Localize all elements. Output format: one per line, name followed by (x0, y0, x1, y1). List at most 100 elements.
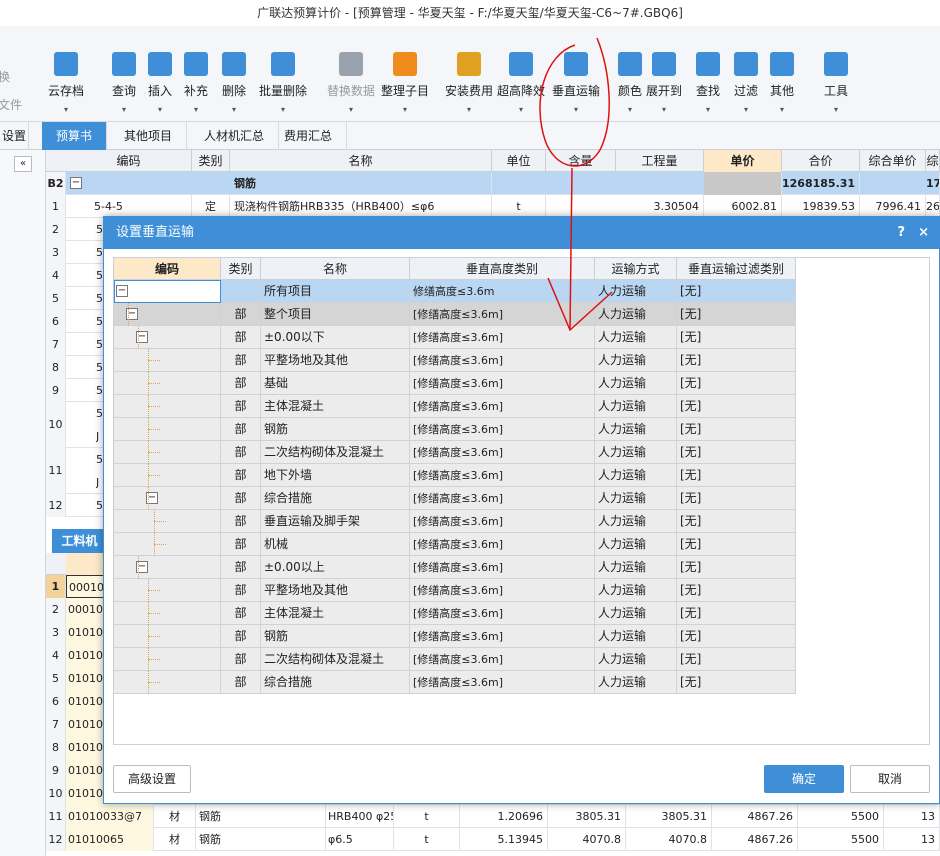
transport-mode-cell[interactable]: 人力运输 (595, 579, 677, 602)
height-category-cell[interactable]: [修缮高度≤3.6m] (410, 395, 595, 418)
ribbon-color-button[interactable]: 颜色 ▾ (612, 52, 648, 124)
dialog-row[interactable]: 部平整场地及其他 [修缮高度≤3.6m] 人力运输 [无] (114, 579, 796, 602)
ribbon-batch-delete-button[interactable]: 批量删除 ▾ (252, 52, 314, 124)
row-code[interactable] (114, 395, 221, 418)
dialog-row[interactable]: 部主体混凝土 [修缮高度≤3.6m] 人力运输 [无] (114, 602, 796, 625)
ribbon-replace-data-button[interactable]: 替换数据 ▾ (320, 52, 382, 124)
transport-mode-cell[interactable]: 人力运输 (595, 326, 677, 349)
row-code[interactable] (114, 579, 221, 602)
dialog-row[interactable]: 部平整场地及其他 [修缮高度≤3.6m] 人力运输 [无] (114, 349, 796, 372)
dialog-row[interactable]: − 所有项目 修缮高度≤3.6m 人力运输 [无] (114, 280, 796, 303)
row-code[interactable] (114, 326, 221, 349)
row-code[interactable] (114, 349, 221, 372)
dialog-row[interactable]: 部综合措施 [修缮高度≤3.6m] 人力运输 [无] (114, 671, 796, 694)
grid-col-5[interactable]: 工程量 (616, 150, 704, 172)
filter-category-cell[interactable]: [无] (677, 349, 796, 372)
dialog-row[interactable]: 部钢筋 [修缮高度≤3.6m] 人力运输 [无] (114, 625, 796, 648)
row-code[interactable] (114, 671, 221, 694)
dialog-row[interactable]: 部二次结构砌体及混凝土 [修缮高度≤3.6m] 人力运输 [无] (114, 441, 796, 464)
transport-mode-cell[interactable]: 人力运输 (595, 349, 677, 372)
tab-0[interactable]: 设置 (0, 122, 30, 150)
grid-col-7[interactable]: 合价 (782, 150, 860, 172)
dialog-col-2[interactable]: 名称 (261, 258, 410, 280)
filter-category-cell[interactable]: [无] (677, 602, 796, 625)
ribbon-organize-button[interactable]: 整理子目 ▾ (374, 52, 436, 124)
dialog-row[interactable]: 部主体混凝土 [修缮高度≤3.6m] 人力运输 [无] (114, 395, 796, 418)
dialog-row[interactable]: 部机械 [修缮高度≤3.6m] 人力运输 [无] (114, 533, 796, 556)
height-category-cell[interactable]: [修缮高度≤3.6m] (410, 579, 595, 602)
ribbon-filter-button[interactable]: 过滤 ▾ (728, 52, 764, 124)
dialog-row[interactable]: 部二次结构砌体及混凝土 [修缮高度≤3.6m] 人力运输 [无] (114, 648, 796, 671)
transport-mode-cell[interactable]: 人力运输 (595, 372, 677, 395)
dialog-col-1[interactable]: 类别 (221, 258, 261, 280)
filter-category-cell[interactable]: [无] (677, 648, 796, 671)
filter-category-cell[interactable]: [无] (677, 487, 796, 510)
grid-col-3[interactable]: 单位 (492, 150, 546, 172)
dialog-col-3[interactable]: 垂直高度类别 (410, 258, 595, 280)
height-category-cell[interactable]: [修缮高度≤3.6m] (410, 487, 595, 510)
ribbon-tools-button[interactable]: 工具 ▾ (818, 52, 854, 124)
transport-mode-cell[interactable]: 人力运输 (595, 303, 677, 326)
tab-2[interactable]: 其他项目 (110, 122, 188, 150)
height-category-cell[interactable]: 修缮高度≤3.6m (410, 280, 595, 303)
selected-cell[interactable] (704, 172, 782, 195)
filter-category-cell[interactable]: [无] (677, 441, 796, 464)
table-row[interactable]: 12 01010065 材钢筋 φ6.5 t 5.13945 4070.8 4070.8 486… (46, 828, 940, 851)
table-row[interactable]: 11 01010033@7 材钢筋 HRB400 φ25 t 1.20696 3805.31… (46, 805, 940, 828)
filter-category-cell[interactable]: [无] (677, 372, 796, 395)
filter-category-cell[interactable]: [无] (677, 510, 796, 533)
dialog-row[interactable]: 部地下外墙 [修缮高度≤3.6m] 人力运输 [无] (114, 464, 796, 487)
grid-col-6[interactable]: 单价 (704, 150, 782, 172)
ok-button[interactable]: 确定 (764, 765, 844, 793)
transport-mode-cell[interactable]: 人力运输 (595, 556, 677, 579)
tab-1[interactable]: 预算书 (42, 122, 108, 150)
table-row-b2[interactable]: B2− 钢筋 1268185.31 1700905 (46, 172, 940, 195)
transport-mode-cell[interactable]: 人力运输 (595, 671, 677, 694)
grid-col-0[interactable]: 编码 (66, 150, 192, 172)
cancel-button[interactable]: 取消 (850, 765, 930, 793)
height-category-cell[interactable]: [修缮高度≤3.6m] (410, 349, 595, 372)
filter-category-cell[interactable]: [无] (677, 533, 796, 556)
height-category-cell[interactable]: [修缮高度≤3.6m] (410, 602, 595, 625)
grid-col-8[interactable]: 综合单价 (860, 150, 926, 172)
row-code[interactable] (114, 441, 221, 464)
ribbon-query-button[interactable]: 查询 ▾ (106, 52, 142, 124)
row-code[interactable] (114, 533, 221, 556)
dialog-row[interactable]: − 部 ±0.00以下 [修缮高度≤3.6m] 人力运输 [无] (114, 326, 796, 349)
height-category-cell[interactable]: [修缮高度≤3.6m] (410, 556, 595, 579)
ribbon-expand-to-button[interactable]: 展开到 ▾ (646, 52, 682, 124)
height-category-cell[interactable]: [修缮高度≤3.6m] (410, 625, 595, 648)
dialog-col-5[interactable]: 垂直运输过滤类别 (677, 258, 796, 280)
grid-col-1[interactable]: 类别 (192, 150, 230, 172)
row-code[interactable] (114, 487, 221, 510)
height-category-cell[interactable]: [修缮高度≤3.6m] (410, 464, 595, 487)
dialog-col-0[interactable]: 编码 (114, 258, 221, 280)
ribbon-other-button[interactable]: 其他 ▾ (764, 52, 800, 124)
ribbon-cloud-button[interactable]: 云存档 ▾ (48, 52, 84, 124)
dialog-row[interactable]: − 部 ±0.00以上 [修缮高度≤3.6m] 人力运输 [无] (114, 556, 796, 579)
collapse-toggle-icon[interactable]: − (116, 285, 128, 297)
filter-category-cell[interactable]: [无] (677, 579, 796, 602)
dialog-row[interactable]: − 部整个项目 [修缮高度≤3.6m] 人力运输 [无] (114, 303, 796, 326)
row-code[interactable] (114, 418, 221, 441)
filter-category-cell[interactable]: [无] (677, 418, 796, 441)
transport-mode-cell[interactable]: 人力运输 (595, 464, 677, 487)
transport-mode-cell[interactable]: 人力运输 (595, 533, 677, 556)
ribbon-vertical-transport-button[interactable]: 垂直运输 ▾ (545, 52, 607, 124)
dialog-row[interactable]: 部垂直运输及脚手架 [修缮高度≤3.6m] 人力运输 [无] (114, 510, 796, 533)
ribbon-find-button[interactable]: 查找 ▾ (690, 52, 726, 124)
transport-mode-cell[interactable]: 人力运输 (595, 510, 677, 533)
filter-category-cell[interactable]: [无] (677, 280, 796, 303)
filter-category-cell[interactable]: [无] (677, 303, 796, 326)
ribbon-delete-button[interactable]: 删除 ▾ (216, 52, 252, 124)
row-code[interactable] (114, 556, 221, 579)
tab-4[interactable]: 费用汇总 (270, 122, 348, 150)
help-icon[interactable]: ? (897, 217, 905, 249)
filter-category-cell[interactable]: [无] (677, 671, 796, 694)
filter-category-cell[interactable]: [无] (677, 395, 796, 418)
row-code[interactable] (114, 625, 221, 648)
filter-category-cell[interactable]: [无] (677, 556, 796, 579)
ribbon-supplement-button[interactable]: 补充 ▾ (178, 52, 214, 124)
ribbon-height-reduction-button[interactable]: 超高降效 ▾ (490, 52, 552, 124)
advanced-settings-button[interactable]: 高级设置 (113, 765, 191, 793)
